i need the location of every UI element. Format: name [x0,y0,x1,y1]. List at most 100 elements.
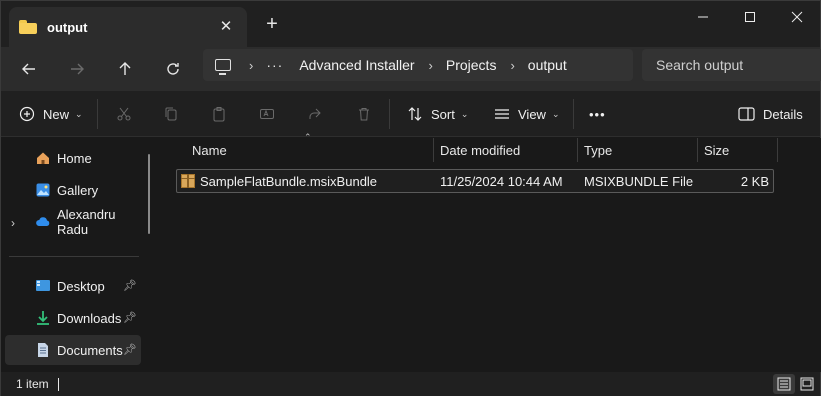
breadcrumb-item-projects[interactable]: Projects [446,57,497,73]
forward-arrow-icon[interactable] [62,55,92,83]
file-date-modified: 11/25/2024 10:44 AM [440,174,563,189]
copy-button[interactable] [163,101,179,127]
back-arrow-icon[interactable] [14,55,44,83]
sidebar-item-label: Gallery [57,182,99,198]
file-explorer-window: output ✕ + › ··· Advanced Installer › Pr… [0,0,821,396]
sidebar-item-documents[interactable]: Documents 📌︎ [5,335,141,365]
address-bar[interactable]: › ··· Advanced Installer › Projects › ou… [203,49,633,81]
breadcrumb-item-advanced-installer[interactable]: Advanced Installer [299,57,414,73]
toolbar-divider [573,99,574,129]
tab-title: output [47,19,88,35]
view-button[interactable]: View ⌄ [494,101,560,127]
chevron-down-icon: ⌄ [551,108,560,119]
pin-icon[interactable]: 📌︎ [123,279,137,292]
details-label: Details [763,106,803,122]
navigation-pane: Home Gallery › Alexandru Radu Desktop 📌︎… [1,138,153,372]
chevron-right-icon[interactable]: › [249,58,253,73]
file-size: 2 KB [740,174,769,189]
plus-icon[interactable]: + [261,13,283,37]
refresh-icon[interactable] [158,55,188,83]
table-row[interactable]: SampleFlatBundle.msixBundle 11/25/2024 1… [176,169,774,193]
file-list: ⌃ Name Date modified Type Size SampleFla… [161,132,821,372]
up-arrow-icon[interactable] [110,55,140,83]
column-header-name[interactable]: Name [184,138,434,162]
maximize-icon[interactable] [726,1,773,33]
view-icon [495,109,509,119]
share-icon [309,108,321,119]
view-label: View [518,106,546,122]
details-view-icon[interactable] [773,374,795,394]
toolbar-divider [97,99,98,129]
sidebar-item-home[interactable]: Home [5,143,141,173]
paste-button[interactable] [211,101,227,127]
breadcrumb-item-output[interactable]: output [528,57,567,73]
home-icon [37,152,49,164]
item-count: 1 item [16,377,49,391]
scissors-icon [117,107,131,121]
chevron-down-icon: ⌄ [75,108,83,119]
command-bar: New ⌄ Sort ⌄ View ⌄ ••• Details [1,91,820,137]
sort-label: Sort [431,106,455,122]
tab-output[interactable]: output ✕ [9,7,247,47]
sidebar-divider [9,256,139,257]
sidebar-item-label: Downloads [57,310,122,326]
delete-button[interactable] [356,101,372,127]
column-header-size[interactable]: Size [696,138,776,162]
clipboard-icon [213,107,225,122]
sidebar-item-label: Home [57,150,92,166]
desktop-icon [36,280,50,291]
chevron-right-icon[interactable]: › [429,58,433,73]
title-bar: output ✕ + [1,1,820,47]
share-button[interactable] [307,101,323,127]
rename-button[interactable] [259,101,275,127]
plus-circle-icon [19,106,35,122]
sidebar-item-label: Desktop [57,278,105,294]
pin-icon[interactable]: 📌︎ [123,311,137,324]
file-name: SampleFlatBundle.msixBundle [200,174,378,189]
rename-icon [260,109,274,119]
new-label: New [43,106,70,122]
search-placeholder: Search output [656,57,744,73]
details-pane-icon [738,107,755,121]
column-header-date-modified[interactable]: Date modified [432,138,576,162]
new-button[interactable]: New ⌄ [19,101,83,127]
sidebar-item-onedrive[interactable]: Alexandru Radu [5,207,141,237]
toolbar-divider [389,99,390,129]
status-divider [58,378,59,391]
sidebar-item-downloads[interactable]: Downloads 📌︎ [5,303,141,333]
window-controls [679,1,820,33]
copy-icon [165,107,177,121]
breadcrumb-overflow[interactable]: ··· [266,57,283,73]
gallery-icon [36,183,50,197]
downloads-icon [37,311,49,325]
status-bar: 1 item [1,372,820,396]
sort-icon [408,107,422,121]
sidebar-item-label: Documents [57,342,123,358]
chevron-down-icon: ⌄ [460,108,469,119]
folder-icon [19,20,37,34]
minimize-icon[interactable] [679,1,726,33]
package-file-icon [181,174,195,188]
close-icon[interactable] [773,1,820,33]
sidebar-item-label: Alexandru Radu [57,207,116,237]
column-divider[interactable] [777,138,778,162]
more-options-button[interactable]: ••• [589,101,606,127]
chevron-right-icon[interactable]: › [510,58,514,73]
cut-button[interactable] [116,101,132,127]
search-input[interactable]: Search output [642,49,821,81]
sidebar-item-gallery[interactable]: Gallery [5,175,141,205]
pin-icon[interactable]: 📌︎ [123,343,137,356]
file-type: MSIXBUNDLE File [584,174,694,189]
sidebar-item-desktop[interactable]: Desktop 📌︎ [5,271,141,301]
tiles-view-icon[interactable] [796,374,818,394]
navigation-bar: › ··· Advanced Installer › Projects › ou… [1,47,821,91]
close-icon[interactable]: ✕ [215,15,237,37]
sort-button[interactable]: Sort ⌄ [407,101,468,127]
trash-icon [359,108,369,121]
onedrive-icon [36,217,50,226]
details-button[interactable]: Details [738,101,803,127]
documents-icon [38,343,48,357]
column-header-type[interactable]: Type [576,138,696,162]
computer-icon[interactable] [215,59,231,75]
sidebar-scrollbar[interactable] [148,154,150,234]
